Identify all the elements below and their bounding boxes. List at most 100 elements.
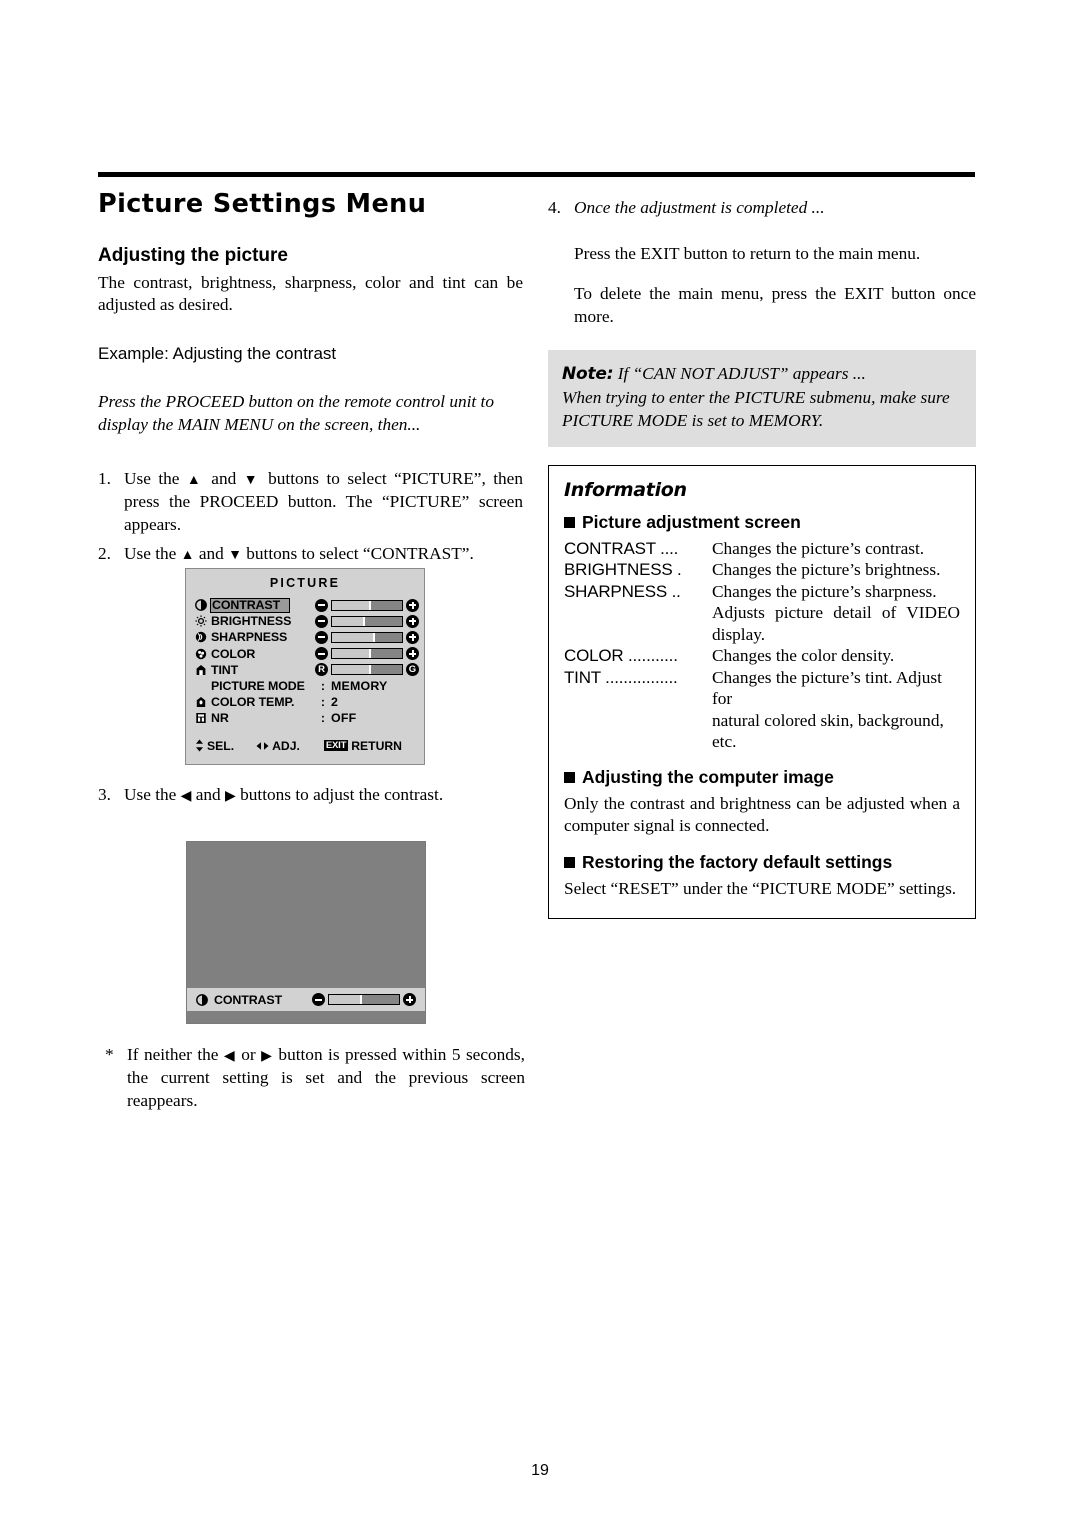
step-1-pre: Use the — [124, 468, 187, 488]
osd-value-color-temp: 2 — [331, 695, 339, 710]
down-arrow-icon: ▼ — [228, 547, 242, 563]
step-4: 4. Once the adjustment is completed ... — [548, 196, 976, 219]
sharpness-icon — [195, 631, 211, 643]
osd-row-color[interactable]: COLOR — [195, 646, 419, 662]
up-arrow-icon: ▲ — [180, 547, 195, 563]
information-title: Information — [564, 478, 687, 501]
header-rule — [98, 172, 975, 177]
osd-footer-return[interactable]: EXIT RETURN — [323, 739, 402, 753]
footnote-wrapper: * If neither the ◀ or ▶ button is presse… — [105, 1043, 525, 1112]
footnote: * If neither the ◀ or ▶ button is presse… — [105, 1043, 525, 1112]
definition-sharpness-cont: Adjusts picture detail of VIDEO display. — [712, 603, 960, 644]
osd-row-sharpness[interactable]: SHARPNESS — [195, 629, 419, 645]
minus-button-icon[interactable] — [315, 647, 328, 661]
plus-button-icon[interactable] — [406, 598, 419, 612]
osd-row-tint[interactable]: TINT R G — [195, 662, 419, 678]
osd-footer-adjust-label: ADJ. — [272, 738, 300, 753]
footnote-star: * — [105, 1045, 114, 1064]
exit-badge[interactable]: EXIT — [323, 739, 349, 752]
osd-slider-tint[interactable]: R G — [315, 663, 419, 677]
note-word: Note: — [562, 364, 614, 385]
step-2: 2. Use the ▲ and ▼ buttons to select “CO… — [98, 542, 523, 565]
osd-picture-menu[interactable]: PICTURE CONTRAST BRIGHTNESS SHARPNESS CO… — [185, 568, 425, 765]
osd-row-nr[interactable]: NR : OFF — [195, 710, 415, 726]
up-arrow-icon: ▲ — [186, 472, 204, 488]
definition-desc: Changes the picture’s sharpness. — [712, 581, 937, 601]
down-arrow-icon: ▼ — [243, 472, 261, 488]
minus-button-icon[interactable] — [315, 614, 328, 628]
step-1-mid: and — [203, 468, 244, 488]
step-2-number: 2. — [98, 543, 111, 563]
info-heading-3-label: Restoring the factory default settings — [582, 851, 893, 872]
manual-page: Picture Settings Menu Adjusting the pict… — [0, 0, 1080, 1528]
info-heading-2-label: Adjusting the computer image — [582, 766, 834, 787]
slider-track[interactable] — [331, 599, 403, 611]
osd-row-brightness[interactable]: BRIGHTNESS — [195, 613, 419, 629]
plus-button-icon[interactable] — [403, 993, 416, 1006]
osd-contrast-bar[interactable]: CONTRAST — [187, 988, 425, 1011]
osd-label-brightness: BRIGHTNESS — [211, 614, 292, 629]
definition-contrast: CONTRAST .... Changes the picture’s cont… — [564, 538, 960, 560]
info-heading-picture-adjustment: Picture adjustment screen — [564, 512, 960, 533]
tint-green-icon[interactable]: G — [406, 663, 419, 677]
contrast-icon — [196, 993, 212, 1006]
color-icon — [195, 648, 211, 660]
osd-colon: : — [320, 711, 326, 726]
minus-button-icon[interactable] — [315, 630, 328, 644]
up-down-arrows-icon — [196, 739, 203, 752]
osd-slider-sharpness[interactable] — [315, 630, 419, 644]
osd-label-color-temp: COLOR TEMP. — [211, 695, 295, 710]
osd-slider-contrast[interactable] — [315, 598, 419, 612]
osd-value-picture-mode: MEMORY — [331, 679, 388, 694]
bullet-square-icon — [564, 771, 575, 783]
note-headline-text: If “CAN NOT ADJUST” appears ... — [613, 364, 866, 384]
osd-value-nr: OFF — [331, 711, 357, 726]
osd-label-sharpness: SHARPNESS — [211, 630, 288, 645]
tint-red-icon[interactable]: R — [315, 663, 328, 677]
intro-paragraph: The contrast, brightness, sharpness, col… — [98, 272, 523, 315]
example-line: Example: Adjusting the contrast — [98, 343, 337, 363]
osd-row-picture-mode[interactable]: PICTURE MODE : MEMORY — [195, 678, 415, 694]
step-4-number: 4. — [548, 198, 561, 217]
right-column: 4. Once the adjustment is completed ... … — [548, 196, 976, 920]
osd-contrast-slider[interactable] — [312, 993, 416, 1006]
definition-desc: Changes the picture’s contrast. — [712, 538, 925, 558]
color-temp-icon — [195, 696, 211, 708]
osd-slider-brightness[interactable] — [315, 614, 419, 628]
note-headline: Note: If “CAN NOT ADJUST” appears ... — [562, 362, 962, 386]
nr-icon — [195, 712, 211, 724]
osd-contrast-screen[interactable]: CONTRAST — [186, 841, 426, 1024]
osd-row-color-temp[interactable]: COLOR TEMP. : 2 — [195, 694, 415, 710]
slider-track[interactable] — [328, 994, 400, 1005]
osd-label-nr: NR — [211, 711, 229, 726]
step-3-number: 3. — [98, 785, 111, 804]
slider-track[interactable] — [331, 615, 403, 627]
plus-button-icon[interactable] — [406, 647, 419, 661]
step-4-line-2: To delete the main menu, press the EXIT … — [574, 284, 976, 326]
slider-track[interactable] — [331, 648, 403, 660]
osd-label-color: COLOR — [211, 646, 256, 661]
plus-button-icon[interactable] — [406, 630, 419, 644]
minus-button-icon[interactable] — [315, 598, 328, 612]
slider-track[interactable] — [331, 631, 403, 643]
brightness-icon — [195, 615, 211, 627]
definition-term: SHARPNESS .. — [564, 581, 681, 601]
definition-sharpness: SHARPNESS .. Changes the picture’s sharp… — [564, 581, 960, 603]
osd-row-contrast[interactable]: CONTRAST — [195, 597, 419, 613]
step-1-number: 1. — [98, 468, 111, 488]
step-2-mid: and — [194, 543, 229, 563]
left-arrow-icon: ◀ — [180, 789, 192, 804]
osd-footer-select[interactable]: SEL. — [195, 739, 234, 753]
minus-button-icon[interactable] — [312, 993, 325, 1006]
osd-slider-color[interactable] — [315, 647, 419, 661]
step-4-line-1: Press the EXIT button to return to the m… — [574, 244, 921, 263]
slider-track[interactable] — [331, 664, 403, 676]
definition-term: COLOR ........... — [564, 646, 678, 666]
bullet-square-icon — [564, 856, 575, 868]
right-arrow-icon: ▶ — [225, 789, 236, 804]
definition-term: TINT ................ — [564, 667, 678, 687]
press-proceed-paragraph: Press the PROCEED button on the remote c… — [98, 391, 494, 434]
plus-button-icon[interactable] — [406, 614, 419, 628]
tint-icon — [195, 664, 211, 676]
osd-footer-adjust[interactable]: ADJ. — [256, 739, 300, 753]
